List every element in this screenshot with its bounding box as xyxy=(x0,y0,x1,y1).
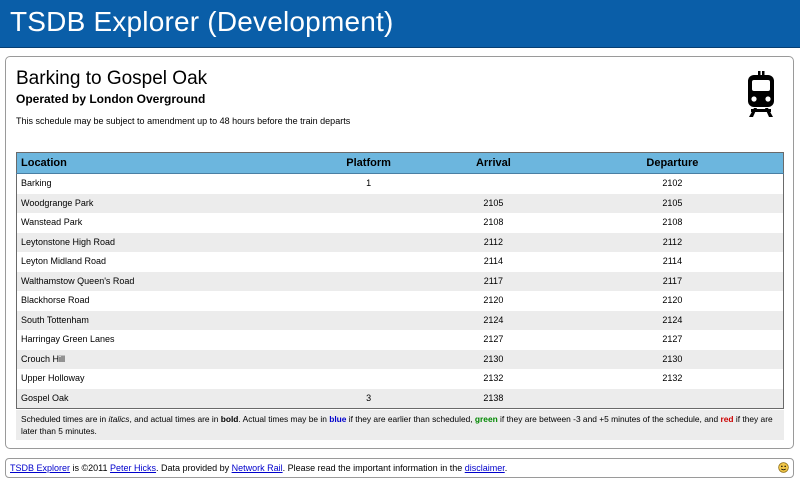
arrival-cell xyxy=(425,174,562,194)
location-cell: Leyton Midland Road xyxy=(21,256,107,267)
table-row: Blackhorse Road 2120 2120 xyxy=(17,291,784,311)
platform-cell xyxy=(312,213,425,233)
departure-cell: 2112 xyxy=(561,232,784,252)
location-cell: South Tottenham xyxy=(16,310,313,330)
departure-cell: 2108 xyxy=(662,217,683,228)
legend-italics: italics xyxy=(108,414,130,424)
author-link[interactable]: Peter Hicks xyxy=(110,463,156,473)
location-cell: Upper Holloway xyxy=(21,373,85,384)
location-cell: Harringay Green Lanes xyxy=(21,334,115,345)
table-row: Harringay Green Lanes 2127 2127 xyxy=(17,330,784,350)
arrival-cell: 2124 xyxy=(424,310,562,330)
legend-text: if they are between -3 and +5 minutes of… xyxy=(497,414,721,424)
location-cell: Wanstead Park xyxy=(21,217,83,228)
train-icon xyxy=(748,71,774,117)
footer-text: . xyxy=(504,463,508,473)
table-row: Woodgrange Park 2105 2105 xyxy=(16,193,784,213)
departure-cell: 2114 xyxy=(662,256,683,267)
table-row: Wanstead Park 2108 2108 xyxy=(17,213,784,233)
platform-cell xyxy=(312,291,425,311)
platform-cell xyxy=(312,369,425,389)
arrival-cell: 2108 xyxy=(483,217,504,228)
location-cell: Barking xyxy=(21,178,52,189)
legend-text: , and actual times are in xyxy=(129,414,221,424)
location-cell: Gospel Oak xyxy=(16,388,313,409)
location-cell: Crouch Hill xyxy=(16,349,313,369)
arrival-cell: 2127 xyxy=(483,334,504,345)
departure-cell: 2127 xyxy=(662,334,683,345)
departure-cell: 2132 xyxy=(662,373,683,384)
column-header-arrival: Arrival xyxy=(424,152,562,174)
column-header-location: Location xyxy=(16,152,313,174)
departure-cell: 2105 xyxy=(561,193,784,213)
legend-blue: blue xyxy=(329,414,347,424)
platform-cell xyxy=(312,232,425,252)
location-cell: Woodgrange Park xyxy=(16,193,313,213)
platform-cell xyxy=(312,252,425,272)
location-cell: Leytonstone High Road xyxy=(16,232,313,252)
arrival-cell: 2112 xyxy=(424,232,562,252)
arrival-cell: 2132 xyxy=(483,373,504,384)
table-row: Gospel Oak 3 2138 xyxy=(16,388,784,409)
table-row: Leytonstone High Road 2112 2112 xyxy=(16,232,784,252)
arrival-cell: 2120 xyxy=(483,295,504,306)
legend-text: . Actual times may be in xyxy=(238,414,330,424)
column-header-platform: Platform xyxy=(312,152,425,174)
table-row: Walthamstow Queen's Road 2117 2117 xyxy=(16,271,784,291)
table-header-row: Location Platform Arrival Departure xyxy=(16,152,784,174)
amendment-notice: This schedule may be subject to amendmen… xyxy=(16,116,351,126)
location-cell: Walthamstow Queen's Road xyxy=(16,271,313,291)
table-row: South Tottenham 2124 2124 xyxy=(16,310,784,330)
departure-cell: 2120 xyxy=(662,295,683,306)
time-legend: Scheduled times are in italics, and actu… xyxy=(16,410,784,440)
table-row: Crouch Hill 2130 2130 xyxy=(16,349,784,369)
route-title: Barking to Gospel Oak xyxy=(16,68,208,89)
departure-cell: 2124 xyxy=(561,310,784,330)
table-row: Barking 1 2102 xyxy=(17,174,784,194)
departure-cell: 2102 xyxy=(662,178,683,189)
network-rail-link[interactable]: Network Rail xyxy=(232,463,283,473)
platform-cell xyxy=(312,271,425,291)
platform-cell xyxy=(312,330,425,350)
platform-cell xyxy=(312,193,425,213)
legend-red: red xyxy=(720,414,734,424)
app-title: TSDB Explorer (Development) xyxy=(10,6,394,37)
departure-cell: 2117 xyxy=(561,271,784,291)
tsdb-explorer-link[interactable]: TSDB Explorer xyxy=(10,463,70,473)
legend-bold: bold xyxy=(220,414,239,424)
arrival-cell: 2130 xyxy=(424,349,562,369)
legend-green: green xyxy=(474,414,498,424)
arrival-cell: 2105 xyxy=(424,193,562,213)
arrival-cell: 2117 xyxy=(424,271,562,291)
footer-text: is ©2011 xyxy=(70,463,111,473)
location-cell: Blackhorse Road xyxy=(21,295,90,306)
operator-label: Operated by London Overground xyxy=(16,92,206,106)
legend-text: Scheduled times are in xyxy=(21,414,109,424)
column-header-departure: Departure xyxy=(561,152,784,174)
schedule-table: Location Platform Arrival Departure Bark… xyxy=(16,152,784,409)
legend-text: if they are earlier than scheduled, xyxy=(346,414,475,424)
page-footer: TSDB Explorer is ©2011 Peter Hicks. Data… xyxy=(5,458,794,478)
departure-cell: 2130 xyxy=(561,349,784,369)
table-row: Leyton Midland Road 2114 2114 xyxy=(17,252,784,272)
platform-cell: 3 xyxy=(312,388,425,409)
arrival-cell: 2114 xyxy=(483,256,504,267)
platform-cell xyxy=(312,349,425,369)
arrival-cell: 2138 xyxy=(424,388,562,409)
departure-cell xyxy=(561,388,784,409)
footer-text: . Please read the important information … xyxy=(282,463,465,473)
app-header: TSDB Explorer (Development) xyxy=(0,0,800,48)
disclaimer-link[interactable]: disclaimer xyxy=(465,463,505,473)
footer-text: . Data provided by xyxy=(156,463,232,473)
table-row: Upper Holloway 2132 2132 xyxy=(17,369,784,389)
smiley-icon xyxy=(778,462,789,473)
schedule-panel: Barking to Gospel Oak Operated by London… xyxy=(5,56,794,449)
platform-cell: 1 xyxy=(366,178,372,189)
platform-cell xyxy=(312,310,425,330)
